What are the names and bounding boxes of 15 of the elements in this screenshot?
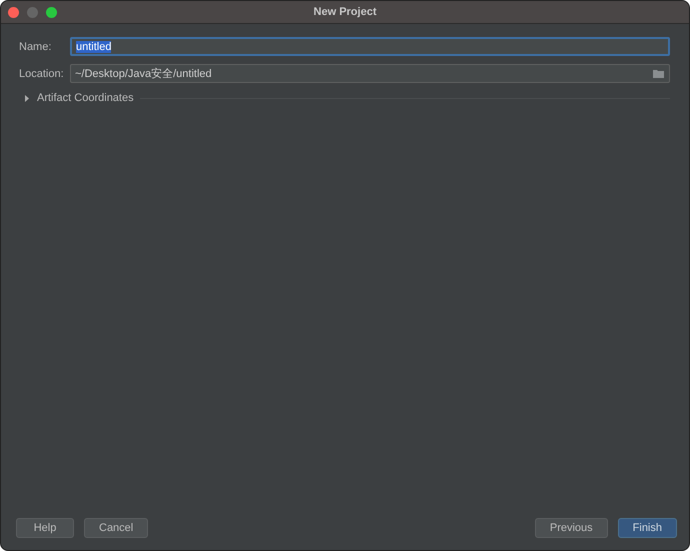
cancel-button[interactable]: Cancel — [84, 518, 148, 538]
help-button[interactable]: Help — [16, 518, 74, 538]
field-label: Name: — [19, 40, 52, 52]
field-label: Location: — [19, 68, 65, 80]
folder-icon[interactable] — [653, 69, 665, 78]
zoom-button[interactable] — [46, 6, 57, 18]
previous-button[interactable]: Previous — [534, 518, 608, 538]
disclosure-triangle-icon[interactable] — [24, 94, 31, 102]
section-header[interactable]: Artifact Coordinates — [37, 92, 134, 104]
minimize-button[interactable] — [27, 6, 38, 18]
close-button[interactable] — [8, 6, 19, 18]
name-field[interactable]: untitled — [70, 37, 670, 56]
window-title: New Project — [314, 6, 376, 18]
location-field[interactable]: ~/Desktop/Java安全/untitled — [70, 64, 670, 83]
finish-button[interactable]: Finish — [618, 518, 677, 538]
